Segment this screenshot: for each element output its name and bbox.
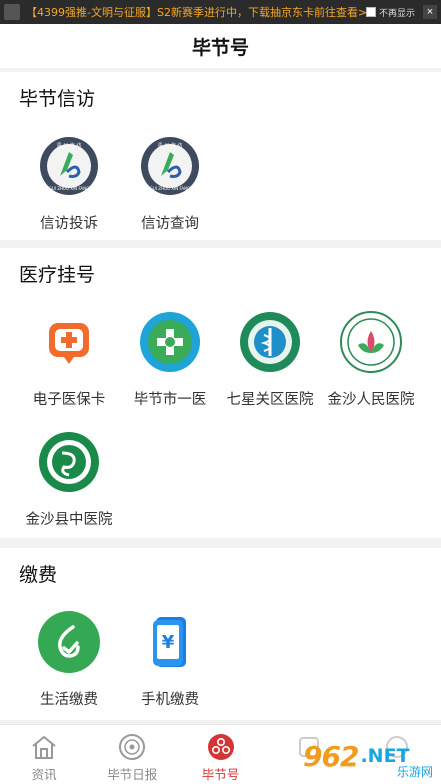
tab-bijie-hao[interactable]: 毕节号 xyxy=(176,725,264,784)
medical-card-icon xyxy=(37,310,101,374)
xinfang-complaint-button[interactable]: 贵 州 信 访 GUI ZHOU XIN FANG 信访投诉 xyxy=(19,134,119,233)
jinsha-people-hospital-button[interactable]: 金沙人民医院 xyxy=(321,310,421,409)
svg-text:¥: ¥ xyxy=(162,632,175,653)
qixingguan-hospital-button[interactable]: 七星关区医院 xyxy=(220,310,320,409)
watermark-sub: 乐游网 xyxy=(396,765,433,779)
item-label: 信访投诉 xyxy=(40,216,98,232)
close-icon[interactable]: × xyxy=(423,5,437,19)
item-label: 电子医保卡 xyxy=(32,392,106,408)
section-title: 医疗挂号 xyxy=(19,264,96,286)
home-icon xyxy=(29,732,59,762)
item-label: 生活缴费 xyxy=(40,692,98,708)
section-medical: 医疗挂号 电子医保卡 毕节市一医 七星关区医院 金沙人民医院 金沙县中医院 xyxy=(0,248,441,538)
header: 毕节号 xyxy=(0,24,441,68)
hospital-logo-icon xyxy=(138,310,202,374)
xinfang-query-button[interactable]: 贵 州 信 访 GUI ZHOU XIN FANG 信访查询 xyxy=(120,134,220,233)
phone-payment-button[interactable]: ¥ 手机缴费 xyxy=(120,610,220,709)
phone-payment-icon: ¥ xyxy=(138,610,202,674)
xinfang-logo-icon: 贵 州 信 访 GUI ZHOU XIN FANG xyxy=(138,134,202,198)
item-label: 毕节市一医 xyxy=(133,392,207,408)
watermark-number: 962 xyxy=(303,739,359,773)
item-label: 金沙县中医院 xyxy=(25,512,113,528)
life-payment-button[interactable]: 生活缴费 xyxy=(19,610,119,709)
hospital-logo-icon xyxy=(339,310,403,374)
xinfang-logo-icon: 贵 州 信 访 GUI ZHOU XIN FANG xyxy=(37,134,101,198)
section-title: 缴费 xyxy=(19,564,58,586)
page-title: 毕节号 xyxy=(191,36,249,59)
tab-label: 毕节号 xyxy=(201,767,240,782)
tab-news[interactable]: 资讯 xyxy=(0,725,88,784)
tab-label: 资讯 xyxy=(31,767,57,782)
svg-text:贵 州 信 访: 贵 州 信 访 xyxy=(158,142,183,149)
hospital-logo-icon xyxy=(37,430,101,494)
life-payment-icon xyxy=(37,610,101,674)
hide-label[interactable]: 不再显示 xyxy=(379,6,415,19)
item-label: 信访查询 xyxy=(141,216,199,232)
svg-text:贵 州 信 访: 贵 州 信 访 xyxy=(57,142,82,149)
jinsha-tcm-hospital-button[interactable]: 金沙县中医院 xyxy=(19,430,119,529)
hospital-logo-icon xyxy=(238,310,302,374)
section-title: 毕节信访 xyxy=(19,88,96,110)
svg-text:GUI ZHOU XIN FANG: GUI ZHOU XIN FANG xyxy=(150,186,191,191)
tab-bijie-daily[interactable]: 毕节日报 xyxy=(88,725,176,784)
ad-text[interactable]: 【4399强推-文明与征服】S2新赛季进行中，下载抽京东卡前往查看>> xyxy=(26,4,366,20)
bijie-first-hospital-button[interactable]: 毕节市一医 xyxy=(120,310,220,409)
section-payment: 缴费 生活缴费 ¥ 手机缴费 xyxy=(0,548,441,720)
svg-text:GUI ZHOU XIN FANG: GUI ZHOU XIN FANG xyxy=(49,186,90,191)
item-label: 手机缴费 xyxy=(141,692,199,708)
newspaper-icon xyxy=(117,732,147,762)
item-label: 七星关区医院 xyxy=(226,392,314,408)
medical-card-button[interactable]: 电子医保卡 xyxy=(19,310,119,409)
tab-label: 毕节日报 xyxy=(107,767,158,782)
ad-banner[interactable]: 【4399强推-文明与征服】S2新赛季进行中，下载抽京东卡前往查看>> 不再显示… xyxy=(0,0,441,24)
item-label: 金沙人民医院 xyxy=(327,392,415,408)
site-watermark: 962 .NET 乐游网 xyxy=(303,732,435,780)
bijie-hao-icon xyxy=(206,732,236,762)
hide-checkbox[interactable] xyxy=(365,7,376,17)
ad-app-icon xyxy=(4,4,20,20)
section-xinfang: 毕节信访 贵 州 信 访 GUI ZHOU XIN FANG 信访投诉 贵 州 … xyxy=(0,72,441,240)
